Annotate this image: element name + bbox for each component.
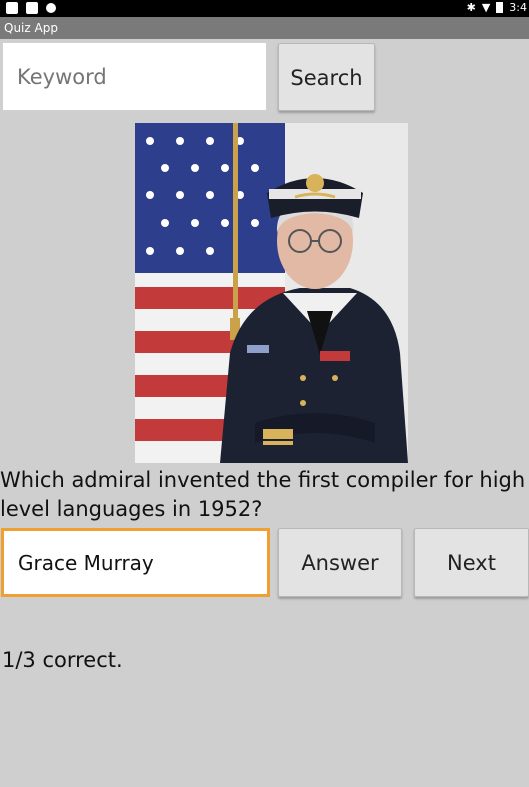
clock: 3:4 [509, 1, 527, 14]
notification-icons [6, 2, 56, 14]
question-text: Which admiral invented the first compile… [0, 468, 526, 521]
system-status-icons: ✱ ▼ 3:4 [467, 1, 527, 14]
wifi-icon: ▼ [481, 1, 491, 14]
app-title-bar: Quiz App [0, 17, 529, 39]
status-bar: ✱ ▼ 3:4 [0, 0, 529, 17]
gallery-notification-icon [6, 2, 18, 14]
search-button[interactable]: Search [278, 43, 375, 111]
answer-input[interactable] [1, 528, 270, 597]
score-text: 1/3 correct. [2, 648, 123, 672]
document-notification-icon [26, 2, 38, 14]
portrait-image [135, 123, 408, 463]
next-button[interactable]: Next [414, 528, 529, 597]
app-title: Quiz App [4, 21, 58, 35]
app-notification-icon [46, 3, 56, 13]
battery-icon [496, 2, 504, 13]
answer-button[interactable]: Answer [278, 528, 402, 597]
bluetooth-icon: ✱ [466, 1, 476, 14]
keyword-input[interactable] [2, 42, 267, 111]
